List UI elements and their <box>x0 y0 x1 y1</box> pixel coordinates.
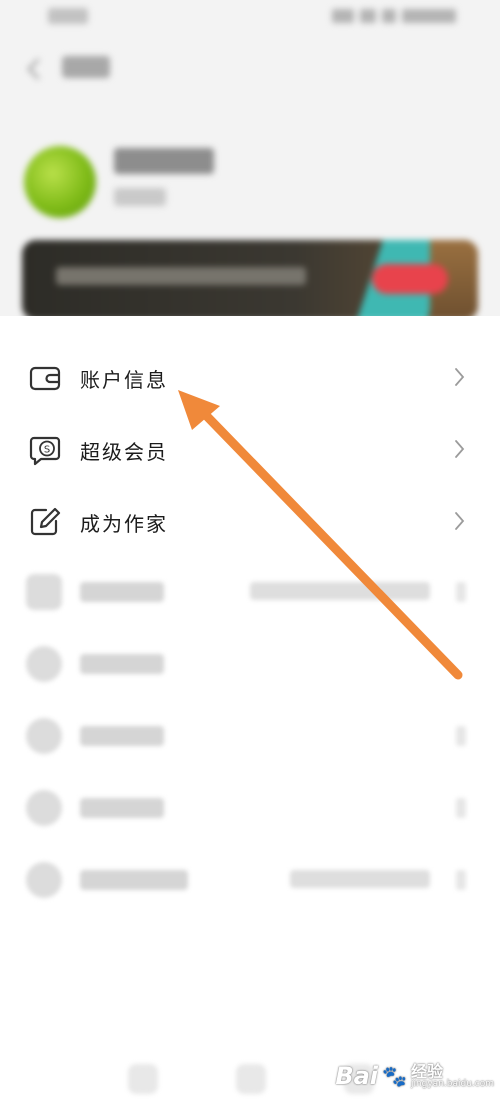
profile-name <box>114 148 214 174</box>
tab-icon[interactable] <box>128 1064 158 1094</box>
settings-menu: 账户信息 S 超级会员 成为作家 <box>0 340 500 916</box>
status-icons <box>332 9 456 23</box>
watermark-url: jingyan.baidu.com <box>410 1078 494 1089</box>
status-time <box>48 8 88 29</box>
vip-coin-icon: S <box>29 436 61 466</box>
blurred-label <box>80 726 164 746</box>
chevron-right-icon <box>456 582 466 602</box>
blurred-value <box>290 870 430 888</box>
menu-item-blurred[interactable] <box>0 844 500 916</box>
placeholder-icon <box>26 862 62 898</box>
paw-logo-icon: 🐾 <box>382 1064 407 1088</box>
profile-subtitle <box>114 188 166 206</box>
blurred-value <box>250 582 430 600</box>
svg-text:S: S <box>44 445 50 456</box>
placeholder-icon <box>26 646 62 682</box>
edit-icon <box>30 507 61 536</box>
user-profile[interactable] <box>0 130 500 230</box>
placeholder-icon <box>26 574 62 610</box>
menu-item-blurred[interactable] <box>0 700 500 772</box>
vip-promo-banner[interactable] <box>22 240 478 316</box>
chevron-right-icon <box>455 440 465 458</box>
status-bar <box>0 0 500 36</box>
chevron-right-icon <box>456 726 466 746</box>
blurred-label <box>80 654 164 674</box>
placeholder-icon <box>26 790 62 826</box>
menu-item-blurred[interactable] <box>0 556 500 628</box>
watermark-cn: 经验 <box>410 1061 443 1081</box>
banner-text <box>56 267 306 285</box>
chevron-right-icon <box>455 512 465 530</box>
profile-header-area <box>0 0 500 316</box>
menu-item-label: 账户信息 <box>80 368 168 392</box>
nav-title <box>62 56 110 84</box>
menu-item-become-writer[interactable]: 成为作家 <box>0 484 500 556</box>
watermark-brand: Bai <box>335 1062 379 1090</box>
nav-bar <box>0 44 500 96</box>
baidu-jingyan-watermark: Bai 🐾 经验 jingyan.baidu.com <box>335 1062 494 1090</box>
chevron-right-icon <box>456 870 466 890</box>
banner-open-button[interactable] <box>372 264 448 294</box>
menu-item-super-vip[interactable]: S 超级会员 <box>0 412 500 484</box>
menu-item-label: 超级会员 <box>80 440 168 464</box>
blurred-label <box>80 870 188 890</box>
menu-item-label: 成为作家 <box>80 512 168 536</box>
blurred-label <box>80 798 164 818</box>
menu-item-account-info[interactable]: 账户信息 <box>0 340 500 412</box>
menu-item-blurred[interactable] <box>0 628 500 700</box>
placeholder-icon <box>26 718 62 754</box>
chevron-right-icon <box>456 798 466 818</box>
menu-item-blurred[interactable] <box>0 772 500 844</box>
avatar[interactable] <box>24 146 96 218</box>
chevron-right-icon <box>455 368 465 386</box>
wallet-icon <box>29 366 61 391</box>
tab-icon[interactable] <box>236 1064 266 1094</box>
back-arrow-icon[interactable] <box>22 56 46 82</box>
blurred-label <box>80 582 164 602</box>
